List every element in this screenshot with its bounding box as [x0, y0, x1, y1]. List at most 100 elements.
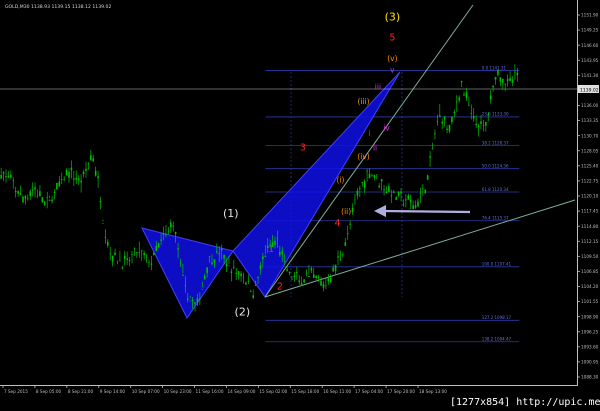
candle-body	[419, 193, 422, 194]
candle-body	[337, 256, 339, 258]
candle-body	[5, 175, 7, 177]
candle-body	[310, 268, 313, 271]
candle-body	[245, 282, 247, 285]
candle-body	[504, 84, 507, 85]
candle-body	[356, 190, 359, 196]
x-tick-label: 15 Sep 18:00	[291, 389, 319, 394]
y-tick-label: 1090.95	[581, 360, 599, 365]
candle-body	[409, 199, 412, 203]
candle-body	[366, 170, 368, 172]
candle-body	[492, 85, 494, 88]
candle-body	[233, 266, 235, 268]
candle-body	[155, 246, 158, 252]
wave-label: ii	[373, 144, 377, 153]
candle-body	[436, 120, 439, 122]
candle-body	[216, 251, 218, 253]
candle-body	[283, 261, 286, 262]
y-tick-label: 1104.20	[581, 284, 599, 289]
candle-body	[211, 262, 213, 265]
candle-body	[259, 265, 262, 270]
candle-body	[451, 116, 453, 123]
candle-body	[126, 258, 128, 260]
candle-body	[12, 180, 15, 181]
candle-body	[373, 174, 376, 178]
candle-body	[60, 179, 63, 180]
candle-body	[298, 280, 301, 283]
candle-body	[177, 248, 179, 250]
candle-body	[422, 188, 424, 190]
candle-body	[27, 198, 29, 200]
candle-body	[138, 252, 141, 253]
y-tick-label: 1130.70	[581, 133, 599, 138]
y-tick-label: 1098.90	[581, 314, 599, 319]
candle-body	[80, 180, 82, 183]
candle-body	[317, 276, 320, 278]
candle-body	[405, 199, 407, 201]
wave-label: 5	[389, 33, 395, 44]
candle-body	[274, 240, 276, 246]
candle-body	[191, 299, 194, 302]
candle-body	[131, 254, 133, 255]
candle-body	[157, 243, 160, 248]
candle-body	[53, 192, 56, 194]
x-tick-label: 10 Sep 07:00	[132, 389, 160, 394]
candle-body	[417, 201, 419, 207]
x-tick-label: 14 Sep 09:00	[227, 389, 255, 394]
candle-body	[286, 269, 288, 271]
candle-body	[148, 262, 150, 264]
candle-body	[249, 291, 252, 293]
wave-label: (2)	[235, 306, 251, 319]
candle-body	[182, 274, 184, 276]
candle-body	[434, 133, 436, 135]
y-tick-label: 1120.10	[581, 194, 599, 199]
candle-body	[361, 182, 364, 184]
candle-body	[448, 124, 451, 132]
candle-body	[499, 77, 502, 82]
y-tick-label: 1133.35	[581, 118, 599, 123]
candle-body	[136, 252, 138, 254]
x-tick-label: 7 Sep 2015	[4, 389, 28, 394]
candle-body	[201, 289, 204, 290]
candle-body	[383, 189, 385, 191]
candle-body	[150, 263, 153, 265]
candle-body	[354, 199, 356, 201]
candle-body	[455, 100, 458, 102]
candle-body	[70, 167, 73, 171]
candle-body	[186, 298, 189, 300]
candle-body	[162, 233, 165, 235]
candle-body	[19, 193, 22, 196]
candle-body	[303, 279, 305, 283]
candle-body	[400, 191, 402, 194]
fib-level-label: 0.0 1141.31	[482, 65, 507, 70]
y-tick-label: 1114.80	[581, 224, 599, 229]
candle-body	[58, 181, 61, 187]
x-tick-label: 17 Sep 04:00	[355, 389, 383, 394]
wave-label: iv	[383, 123, 390, 132]
candle-body	[114, 252, 116, 256]
candle-body	[111, 255, 114, 262]
candle-body	[106, 241, 109, 246]
candle-body	[475, 123, 477, 126]
candle-body	[424, 189, 427, 194]
candle-body	[223, 254, 225, 259]
candle-body	[514, 71, 516, 73]
x-tick-label: 9 Sep 14:00	[100, 389, 126, 394]
wave-label: 2	[277, 281, 283, 292]
wave-label: (1)	[223, 207, 239, 220]
y-tick-label: 1149.25	[581, 28, 599, 33]
candle-body	[206, 267, 208, 274]
candle-body	[65, 169, 68, 176]
y-tick-label: 1151.90	[581, 13, 599, 18]
candle-body	[482, 125, 485, 126]
candle-body	[240, 273, 242, 277]
candle-body	[90, 155, 92, 161]
price-chart[interactable]: 0.0 1141.31 23.6 1133.30 38.2 1128.37 50.0 …	[0, 0, 600, 411]
candle-body	[501, 78, 504, 83]
candle-body	[179, 262, 182, 264]
candle-body	[24, 195, 27, 199]
candle-body	[300, 283, 303, 287]
x-tick-label: 10 Sep 23:00	[164, 389, 192, 394]
fib-level-label: 61.8 1120.34	[482, 187, 509, 192]
y-tick-label: 1122.75	[581, 179, 599, 184]
fib-level-label: 38.2 1128.37	[482, 140, 509, 145]
